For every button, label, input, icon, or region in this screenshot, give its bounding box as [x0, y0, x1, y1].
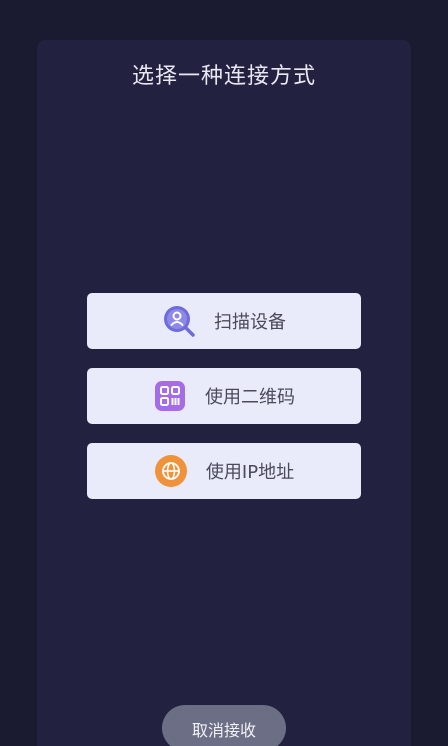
qr-code-button[interactable]: 使用二维码 — [87, 368, 361, 424]
screen: 选择一种连接方式 扫描设备 使用二维码 使用IP地址 取消接收 — [0, 0, 448, 746]
dialog-title: 选择一种连接方式 — [131, 64, 316, 89]
cancel-receive-button[interactable]: 取消接收 — [162, 705, 286, 746]
globe-icon — [154, 454, 188, 488]
qr-code-label: 使用二维码 — [205, 387, 295, 408]
scan-device-icon — [162, 304, 196, 338]
ip-address-button[interactable]: 使用IP地址 — [87, 443, 361, 499]
qr-code-icon — [153, 379, 187, 413]
scan-device-label: 扫描设备 — [214, 312, 286, 333]
scan-device-button[interactable]: 扫描设备 — [87, 293, 361, 349]
ip-address-label: 使用IP地址 — [205, 462, 295, 483]
